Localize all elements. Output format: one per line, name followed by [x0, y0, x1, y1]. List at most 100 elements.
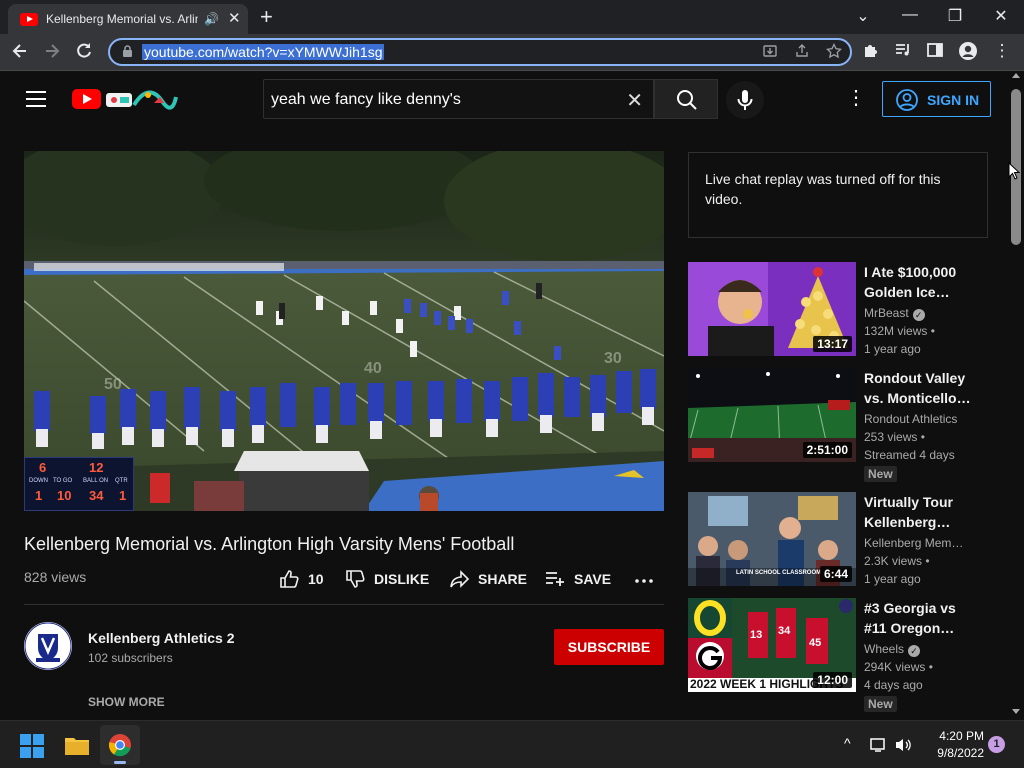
- media-controls-icon[interactable]: [894, 41, 918, 59]
- sign-in-button[interactable]: SIGN IN: [882, 81, 991, 117]
- divider: [24, 604, 664, 605]
- dislike-button[interactable]: DISLIKE: [344, 568, 429, 590]
- account-icon: [896, 89, 918, 111]
- channel-name[interactable]: Wheels ✓: [864, 642, 976, 657]
- audio-playing-icon[interactable]: 🔊: [204, 12, 219, 26]
- windows-start-icon[interactable]: [20, 734, 44, 758]
- show-hidden-icons-button[interactable]: ^: [844, 735, 851, 751]
- view-count: 828 views: [24, 569, 87, 585]
- more-actions-button[interactable]: [634, 568, 654, 590]
- network-icon[interactable]: [870, 737, 888, 753]
- channel-crest-icon: [24, 622, 72, 670]
- video-thumbnail[interactable]: 2:51:00: [688, 368, 856, 462]
- video-duration: 12:00: [813, 672, 852, 688]
- search-field[interactable]: yeah we fancy like denny's ✕: [263, 79, 654, 119]
- video-title[interactable]: #3 Georgia vs #11 Oregon…: [864, 598, 974, 638]
- view-count: 294K views •: [864, 660, 933, 674]
- address-bar[interactable]: youtube.com/watch?v=xYMWWJih1sg: [108, 38, 852, 66]
- separator-dot: •: [930, 324, 935, 338]
- channel-name[interactable]: Rondout Athletics: [864, 412, 976, 426]
- new-tab-button[interactable]: +: [260, 4, 273, 30]
- view-count-text: 132M views: [864, 324, 928, 338]
- channel-name[interactable]: Kellenberg Mem…: [864, 536, 976, 550]
- svg-text:13: 13: [750, 629, 762, 641]
- view-count: 2.3K views •: [864, 554, 930, 568]
- bookmark-star-icon[interactable]: [826, 43, 842, 59]
- profile-icon[interactable]: [958, 41, 982, 61]
- chrome-taskbar-button[interactable]: [100, 725, 140, 765]
- browser-tab[interactable]: Kellenberg Memorial vs. Arlington High 🔊…: [8, 4, 248, 34]
- video-title[interactable]: I Ate $100,000 Golden Ice…: [864, 262, 974, 302]
- notification-badge[interactable]: 1: [988, 736, 1005, 753]
- share-page-icon[interactable]: [794, 43, 810, 59]
- scoreboard-ball-on-label: BALL ON: [83, 478, 109, 484]
- upload-age: 1 year ago: [864, 342, 921, 356]
- share-button[interactable]: SHARE: [448, 568, 527, 590]
- scroll-down-icon[interactable]: [1012, 709, 1020, 714]
- volume-icon[interactable]: [894, 737, 912, 753]
- taskbar-clock-date[interactable]: 9/8/2022: [920, 746, 984, 760]
- view-count-text: 253 views: [864, 430, 918, 444]
- reload-icon[interactable]: [74, 41, 98, 61]
- youtube-doodle-logo[interactable]: [104, 87, 178, 111]
- more-horizontal-icon: [635, 579, 653, 583]
- video-thumbnail[interactable]: 13 34 45 2022 WEEK 1 HIGHLIGHTS 12:00: [688, 598, 856, 692]
- hamburger-menu-icon[interactable]: [26, 91, 46, 107]
- taskbar-clock-time[interactable]: 4:20 PM: [928, 729, 984, 743]
- like-button[interactable]: 10: [278, 568, 324, 590]
- settings-more-icon[interactable]: ⋮: [846, 87, 866, 111]
- scoreboard: 6 12 DOWN TO GO BALL ON QTR 1 10 34 1: [24, 457, 134, 511]
- url-text[interactable]: youtube.com/watch?v=xYMWWJih1sg: [142, 44, 385, 60]
- search-button[interactable]: [654, 79, 718, 119]
- recommended-video[interactable]: 13 34 45 2022 WEEK 1 HIGHLIGHTS 12:00 #3 G…: [688, 598, 988, 712]
- file-explorer-icon[interactable]: [64, 734, 90, 756]
- chrome-icon: [108, 734, 131, 757]
- subscribe-button[interactable]: SUBSCRIBE: [554, 629, 664, 665]
- thumbs-up-icon: [280, 570, 299, 588]
- channel-name[interactable]: Kellenberg Athletics 2: [88, 630, 235, 646]
- extensions-puzzle-icon[interactable]: [862, 41, 886, 59]
- recommended-video[interactable]: LATIN SCHOOL CLASSROOM 6:44 Virtually To…: [688, 492, 988, 588]
- video-title[interactable]: Virtually Tour Kellenberg…: [864, 492, 974, 532]
- video-thumbnail[interactable]: 13:17: [688, 262, 856, 356]
- close-window-button[interactable]: ✕: [986, 6, 1016, 26]
- thumbnail-caption: LATIN SCHOOL CLASSROOM: [736, 570, 822, 576]
- clear-search-icon[interactable]: ✕: [626, 88, 643, 113]
- recommended-video[interactable]: 2:51:00 Rondout Valley vs. Monticello… R…: [688, 368, 988, 482]
- thumbs-down-icon: [346, 570, 365, 588]
- dislike-label: DISLIKE: [374, 571, 430, 587]
- lock-icon[interactable]: [122, 45, 133, 58]
- channel-avatar[interactable]: [24, 622, 72, 670]
- video-duration: 13:17: [813, 336, 852, 352]
- separator-dot: •: [920, 430, 925, 444]
- video-duration: 6:44: [819, 566, 852, 582]
- voice-search-button[interactable]: [726, 81, 764, 119]
- scroll-up-icon[interactable]: [1012, 73, 1020, 78]
- tab-search-icon[interactable]: ⌄: [848, 6, 878, 26]
- youtube-logo[interactable]: [72, 89, 101, 109]
- scoreboard-visitor-score: 12: [89, 460, 104, 475]
- scoreboard-home-score: 6: [39, 460, 47, 475]
- chrome-menu-icon[interactable]: ⋮: [990, 41, 1014, 61]
- forward-arrow-icon[interactable]: [42, 41, 66, 61]
- sign-in-label: SIGN IN: [927, 92, 980, 108]
- back-arrow-icon[interactable]: [10, 41, 34, 61]
- video-title[interactable]: Rondout Valley vs. Monticello…: [864, 368, 974, 408]
- recommended-video[interactable]: 13:17 I Ate $100,000 Golden Ice… MrBeast…: [688, 262, 988, 358]
- search-input[interactable]: yeah we fancy like denny's: [271, 91, 461, 109]
- channel-name[interactable]: MrBeast ✓: [864, 306, 976, 321]
- minimize-button[interactable]: —: [895, 6, 925, 24]
- maximize-button[interactable]: ❐: [940, 6, 970, 26]
- install-app-icon[interactable]: [762, 43, 778, 59]
- show-more-button[interactable]: SHOW MORE: [88, 695, 165, 709]
- microphone-icon: [737, 90, 753, 110]
- side-panel-icon[interactable]: [926, 41, 950, 59]
- separator-dot: •: [928, 660, 933, 674]
- video-thumbnail[interactable]: LATIN SCHOOL CLASSROOM 6:44: [688, 492, 856, 586]
- tab-close-icon[interactable]: ✕: [228, 9, 241, 27]
- channel-name-text: Wheels: [864, 642, 905, 656]
- browser-title-bar: Kellenberg Memorial vs. Arlington High 🔊…: [0, 0, 1024, 34]
- video-player[interactable]: 50 40 30 6 12 DOWN TO GO BALL ON QTR 1 1…: [24, 151, 664, 511]
- save-button[interactable]: SAVE: [544, 568, 611, 590]
- scoreboard-down-label: DOWN: [29, 478, 48, 484]
